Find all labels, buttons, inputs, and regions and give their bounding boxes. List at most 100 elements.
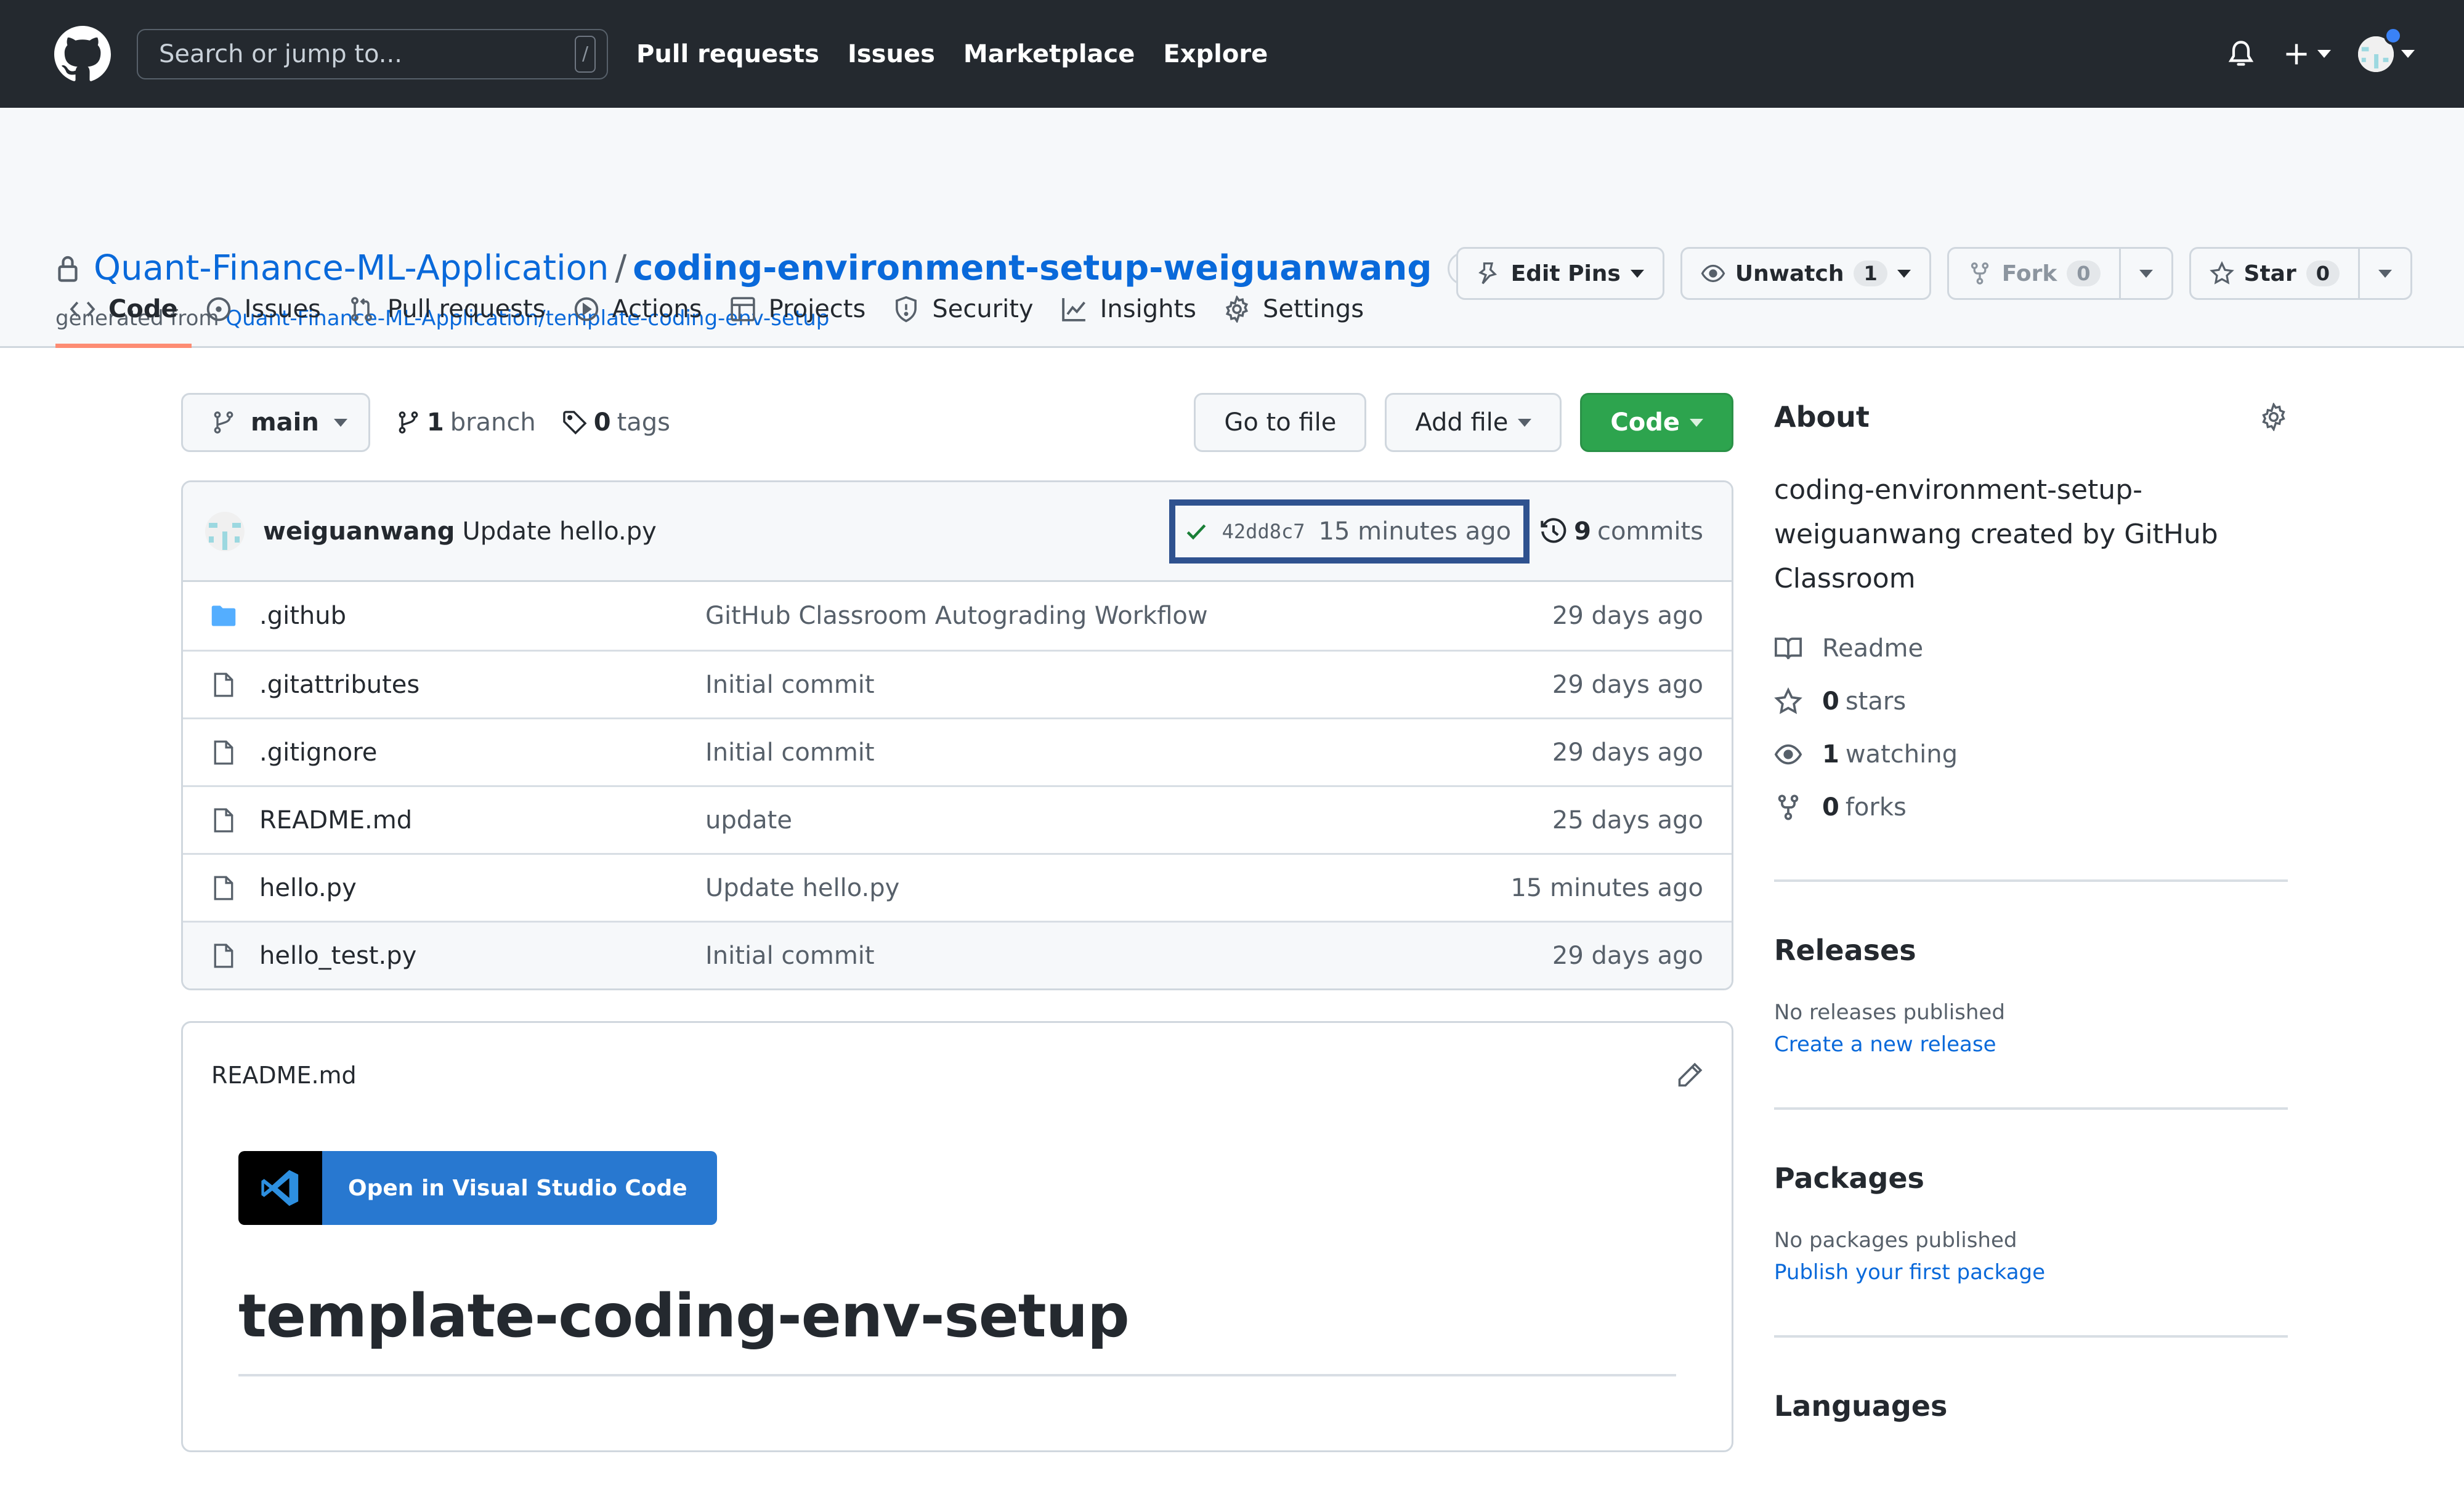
bell-icon[interactable] [2226, 38, 2256, 70]
go-to-file-button[interactable]: Go to file [1194, 393, 1367, 452]
forks-label: forks [1845, 793, 1907, 822]
tab-label: Projects [768, 294, 866, 323]
check-icon[interactable] [1184, 519, 1209, 544]
tab-issues[interactable]: Issues [192, 274, 334, 348]
file-commit-message[interactable]: update [705, 806, 1552, 834]
publish-package-link[interactable]: Publish your first package [1774, 1256, 2288, 1288]
file-name[interactable]: .gitignore [259, 738, 705, 767]
global-nav: Pull requests Issues Marketplace Explore [636, 40, 1268, 68]
stars-count: 0 [1822, 687, 1839, 716]
nav-marketplace[interactable]: Marketplace [963, 40, 1135, 68]
chevron-down-icon [1518, 418, 1532, 427]
gear-icon[interactable] [2259, 403, 2288, 431]
forks-link[interactable]: 0 forks [1774, 781, 2288, 834]
tab-actions[interactable]: Actions [559, 274, 716, 348]
file-commit-message[interactable]: Initial commit [705, 942, 1552, 970]
open-in-vscode-badge[interactable]: Open in Visual Studio Code [238, 1151, 717, 1225]
file-commit-message[interactable]: Update hello.py [705, 874, 1510, 902]
file-commit-message[interactable]: GitHub Classroom Autograding Workflow [705, 602, 1552, 630]
tab-insights[interactable]: Insights [1047, 274, 1210, 348]
button-label: Add file [1415, 408, 1509, 437]
user-menu[interactable] [2358, 26, 2415, 72]
commit-message[interactable]: Update hello.py [462, 517, 656, 546]
commits-history-link[interactable]: 9 commits [1539, 517, 1703, 546]
releases-title[interactable]: Releases [1774, 934, 2288, 967]
pencil-icon[interactable] [1676, 1062, 1703, 1089]
add-file-button[interactable]: Add file [1385, 393, 1562, 452]
nav-issues[interactable]: Issues [848, 40, 935, 68]
file-row[interactable]: .gitattributes Initial commit 29 days ago [183, 650, 1732, 717]
file-name[interactable]: .gitattributes [259, 671, 705, 699]
tab-projects[interactable]: Projects [716, 274, 880, 348]
commit-time[interactable]: 15 minutes ago [1319, 517, 1512, 546]
watchers-link[interactable]: 1 watching [1774, 728, 2288, 781]
nav-pull-requests[interactable]: Pull requests [636, 40, 819, 68]
pull-request-icon [351, 296, 372, 321]
file-navigation: main 1 branch 0 tags Go to file Add file… [181, 393, 1733, 452]
watch-count: 1 [1854, 261, 1887, 286]
code-button[interactable]: Code [1580, 393, 1733, 452]
star-dropdown[interactable] [2358, 249, 2410, 298]
file-commit-date: 25 days ago [1552, 806, 1703, 834]
fork-button[interactable]: Fork 0 [1949, 249, 2119, 298]
search-placeholder: Search or jump to... [159, 39, 402, 68]
chevron-down-icon [2378, 269, 2392, 278]
fork-icon [1971, 262, 1988, 285]
tags-link[interactable]: 0 tags [562, 408, 670, 437]
edit-pins-button[interactable]: Edit Pins [1456, 247, 1664, 300]
commit-sha[interactable]: 42dd8c7 [1222, 520, 1305, 543]
file-commit-date: 29 days ago [1552, 670, 1703, 699]
file-row[interactable]: README.md update 25 days ago [183, 785, 1732, 853]
about-stats: Readme 0 stars 1 watching 0 forks [1774, 622, 2288, 834]
file-icon [214, 740, 233, 765]
gear-icon [1225, 295, 1249, 323]
packages-title[interactable]: Packages [1774, 1162, 2288, 1195]
file-row[interactable]: hello_test.py Initial commit 29 days ago [183, 921, 1732, 988]
file-row[interactable]: hello.py Update hello.py 15 minutes ago [183, 853, 1732, 921]
create-release-link[interactable]: Create a new release [1774, 1028, 2288, 1061]
file-row[interactable]: .gitignore Initial commit 29 days ago [183, 717, 1732, 785]
file-row[interactable]: .github GitHub Classroom Autograding Work… [183, 582, 1732, 650]
commit-author[interactable]: weiguanwang [263, 517, 455, 546]
plus-icon [2286, 44, 2307, 64]
readme-heading: template-coding-env-setup [238, 1282, 1130, 1351]
branches-link[interactable]: 1 branch [396, 408, 536, 437]
search-input[interactable]: Search or jump to... / [137, 28, 608, 79]
nav-explore[interactable]: Explore [1163, 40, 1268, 68]
stars-link[interactable]: 0 stars [1774, 675, 2288, 728]
avatar [2358, 26, 2402, 72]
file-name[interactable]: .github [259, 602, 705, 630]
create-new-menu[interactable] [2283, 41, 2331, 68]
file-commit-message[interactable]: Initial commit [705, 671, 1552, 699]
vscode-logo-icon [261, 1170, 299, 1206]
commit-highlight-box: 42dd8c7 15 minutes ago [1169, 499, 1530, 564]
folder-icon [211, 605, 236, 626]
file-name[interactable]: README.md [259, 806, 705, 834]
tab-code[interactable]: Code [55, 274, 192, 348]
tab-pull-requests[interactable]: Pull requests [334, 274, 559, 348]
file-name[interactable]: hello_test.py [259, 942, 705, 970]
file-icon [214, 943, 233, 968]
tab-settings[interactable]: Settings [1210, 274, 1377, 348]
tab-security[interactable]: Security [879, 274, 1047, 348]
readme-link[interactable]: Readme [1774, 622, 2288, 675]
chevron-down-icon [2139, 269, 2153, 278]
chevron-down-icon [1690, 418, 1703, 427]
file-commit-message[interactable]: Initial commit [705, 738, 1552, 767]
button-label: Code [1610, 408, 1680, 437]
file-commit-date: 15 minutes ago [1510, 873, 1703, 902]
file-name[interactable]: hello.py [259, 874, 705, 902]
commit-author-avatar[interactable] [205, 511, 245, 551]
file-browser: weiguanwang Update hello.py 42dd8c7 15 m… [181, 480, 1733, 990]
fork-dropdown[interactable] [2118, 249, 2171, 298]
unwatch-button[interactable]: Unwatch 1 [1680, 247, 1931, 300]
star-button[interactable]: Star 0 [2191, 249, 2358, 298]
branch-label: branch [450, 408, 536, 437]
branch-select-button[interactable]: main [181, 393, 370, 452]
chevron-down-icon [2317, 50, 2331, 58]
fork-count: 0 [2067, 261, 2101, 286]
github-logo-icon[interactable] [54, 25, 111, 83]
shield-icon [896, 296, 917, 322]
readme-divider [238, 1374, 1676, 1376]
badge-label: Open in Visual Studio Code [348, 1175, 687, 1201]
